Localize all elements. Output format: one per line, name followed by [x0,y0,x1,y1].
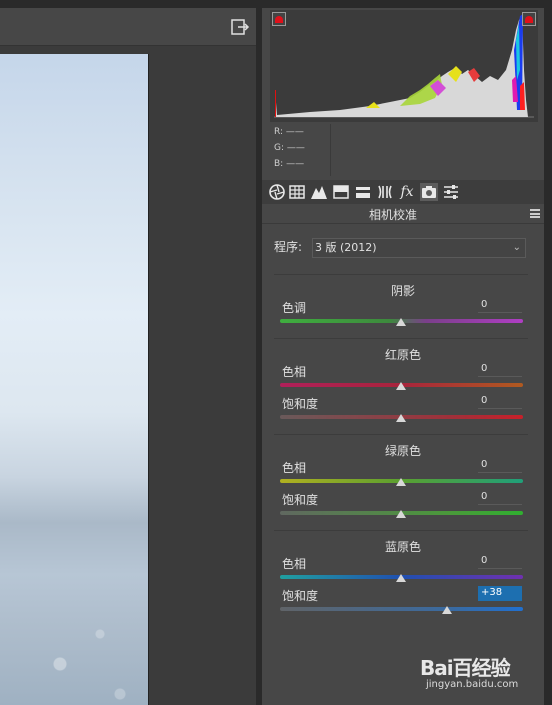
green-hue-label: 色相 [282,461,307,475]
blue-hue-label: 色相 [282,557,307,571]
rgb-g: G: —— [274,143,305,153]
red-hue-label: 色相 [282,365,307,379]
green-saturation-label: 饱和度 [282,493,319,507]
section-title-blue: 蓝原色 [384,540,421,554]
chevron-down-icon: ⌄ [512,242,521,253]
histogram-graph [274,14,534,118]
green-hue-thumb[interactable] [396,478,406,486]
highlight-clipping-icon[interactable] [522,12,536,26]
split-bottom-icon[interactable] [354,183,372,201]
divider [274,530,528,531]
blue-saturation-label: 饱和度 [282,589,319,603]
aperture-icon[interactable] [268,183,286,201]
section-title-green: 绿原色 [384,444,421,458]
histogram [270,10,538,122]
camera-icon[interactable] [420,183,438,201]
red-saturation-label: 饱和度 [282,397,319,411]
top-bar [0,0,256,8]
fx-icon[interactable]: fx [398,183,416,201]
red-saturation-thumb[interactable] [396,414,406,422]
section-title-red: 红原色 [384,348,421,362]
shadow-tint-thumb[interactable] [396,318,406,326]
process-select[interactable]: 3 版 (2012) ⌄ [312,238,526,258]
photo-preview[interactable] [0,54,148,705]
process-label: 程序: [274,240,303,254]
grid-icon[interactable] [288,183,306,201]
sliders-icon[interactable] [442,183,460,201]
divider [274,338,528,339]
panel-header: 相机校准 [262,204,544,224]
rgb-divider [330,124,331,176]
shadow-tint-value[interactable]: 0 [478,298,522,313]
green-hue-value[interactable]: 0 [478,458,522,473]
shadow-clipping-icon[interactable] [272,12,286,26]
mountain-icon[interactable] [310,183,328,201]
green-saturation-thumb[interactable] [396,510,406,518]
panel-tabs: fx [262,180,544,204]
rgb-readout: R: —— G: —— B: —— [274,124,334,180]
rgb-b: B: —— [274,159,305,169]
adjustment-panel: R: —— G: —— B: —— fx 相机校准 程序: 3 版 (2012)… [262,8,544,705]
section-title-shadows: 阴影 [390,284,415,298]
right-edge [544,0,552,705]
process-value: 3 版 (2012) [315,241,377,254]
preview-toolbar [0,8,256,46]
lens-icon[interactable] [376,183,394,201]
red-hue-value[interactable]: 0 [478,362,522,377]
panel-title: 相机校准 [368,208,417,222]
watermark-logo: Bai百经验 [420,656,511,680]
blue-saturation-thumb[interactable] [442,606,452,614]
divider [274,274,528,275]
exit-icon[interactable] [230,17,250,37]
watermark-url: jingyan.baidu.com [426,679,519,690]
shadow-tint-label: 色调 [282,301,307,315]
blue-saturation-slider[interactable] [280,607,523,611]
blue-saturation-value[interactable]: +38 [478,586,522,601]
photo-edge [148,54,149,705]
divider [274,434,528,435]
baidu-watermark: Bai百经验 jingyan.baidu.com [420,652,532,694]
blue-hue-thumb[interactable] [396,574,406,582]
green-saturation-value[interactable]: 0 [478,490,522,505]
red-saturation-value[interactable]: 0 [478,394,522,409]
blue-hue-value[interactable]: 0 [478,554,522,569]
rgb-r: R: —— [274,127,304,137]
split-top-icon[interactable] [332,183,350,201]
panel-menu-icon[interactable] [530,209,540,218]
red-hue-thumb[interactable] [396,382,406,390]
right-top-strip [262,0,544,8]
